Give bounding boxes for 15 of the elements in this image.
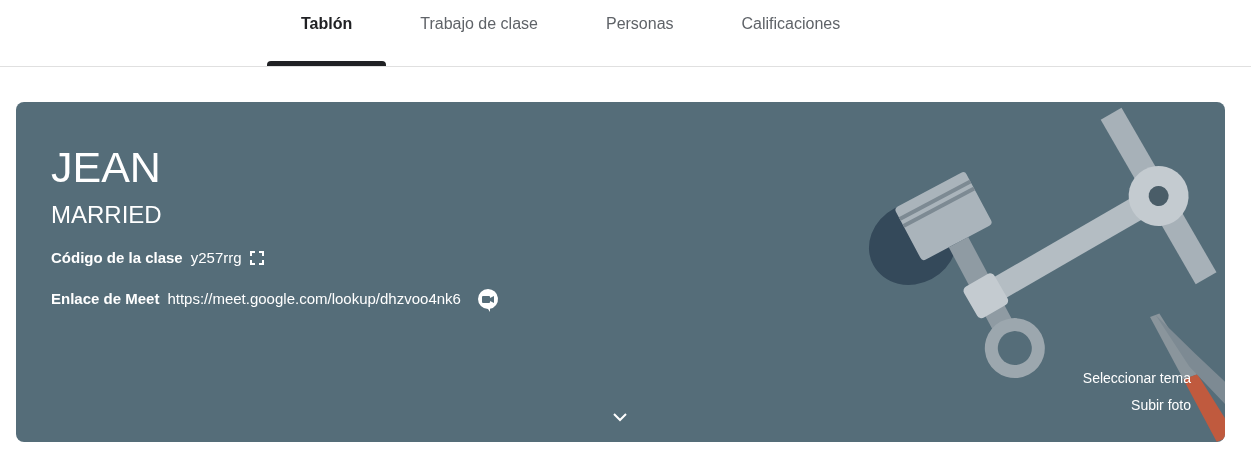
tab[interactable]: Tablón	[267, 0, 387, 66]
meet-link-label: Enlace de Meet	[51, 289, 160, 310]
class-code: y257rrg	[190, 248, 242, 268]
banner-link[interactable]: Subir foto	[1131, 395, 1191, 416]
expand-chevron-icon[interactable]	[612, 412, 628, 422]
meet-link[interactable]: https://meet.google.com/lookup/dhzvoo4nk6	[167, 288, 461, 311]
class-title: JEAN	[51, 146, 162, 189]
tab[interactable]: Trabajo de clase	[386, 0, 572, 66]
banner-link[interactable]: Seleccionar tema	[1082, 368, 1191, 389]
tab[interactable]: Personas	[571, 0, 708, 66]
class-code-label: Código de la clase	[51, 248, 183, 268]
fullscreen-icon[interactable]	[249, 251, 264, 266]
tab[interactable]: Calificaciones	[707, 0, 875, 66]
video-camera-icon[interactable]	[476, 287, 499, 312]
class-section: MARRIED	[51, 203, 1190, 227]
